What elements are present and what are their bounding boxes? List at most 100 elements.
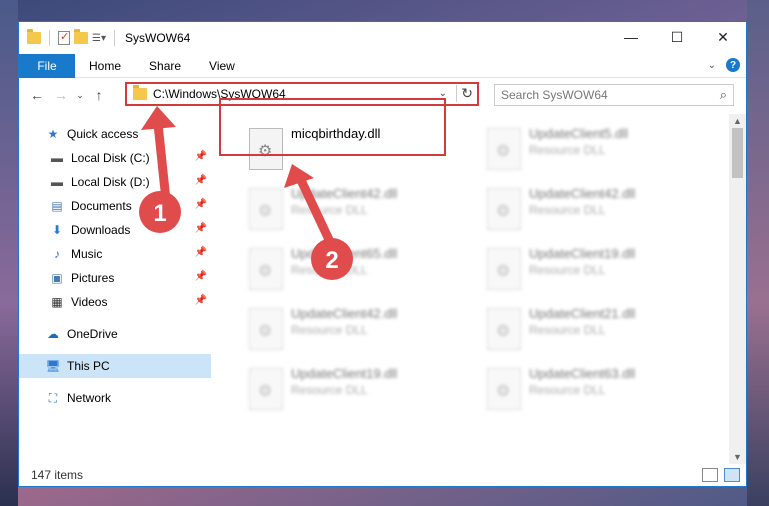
sidebar-item-onedrive[interactable]: ☁ OneDrive [19,322,211,346]
sidebar-item-videos[interactable]: ▦ Videos 📌 [19,290,211,314]
file-item[interactable]: UpdateClient42.dll Resource DLL [479,182,689,236]
details-view-icon[interactable] [702,468,718,482]
pin-icon: 📌 [194,247,207,258]
sidebar-item-pictures[interactable]: ▣ Pictures 📌 [19,266,211,290]
file-type: Resource DLL [291,383,368,397]
sidebar-item-label: Videos [71,295,108,309]
file-name: UpdateClient21.dll [529,306,636,321]
tab-share[interactable]: Share [135,54,195,78]
folder-icon [133,85,147,100]
file-name: UpdateClient42.dll [291,186,398,201]
up-arrow-icon[interactable]: ↑ [87,87,111,103]
search-icon: ⌕ [719,87,727,102]
sidebar-item-network[interactable]: ⛶ Network [19,386,211,410]
pictures-icon: ▣ [51,271,63,285]
pin-icon: 📌 [194,223,207,234]
dll-file-icon [487,188,521,230]
dll-file-icon [249,368,283,410]
sidebar-item-quick-access[interactable]: ★ Quick access [19,122,211,146]
new-folder-icon[interactable] [74,29,88,44]
recent-locations-chevron-icon[interactable]: ⌄ [73,90,87,101]
file-type: Resource DLL [529,263,606,277]
quick-access-toolbar: ☰▾ [19,29,119,46]
file-item[interactable]: UpdateClient42.dll Resource DLL [241,182,451,236]
sidebar-item-label: Pictures [71,271,115,285]
sidebar-item-label: Network [67,391,112,405]
help-icon[interactable]: ? [726,58,740,72]
sidebar-item-local-disk-d[interactable]: ▬ Local Disk (D:) 📌 [19,170,211,194]
file-item[interactable]: UpdateClient42.dll Resource DLL [241,302,451,356]
vertical-scrollbar[interactable]: ▲ ▼ [729,114,746,464]
pin-icon: 📌 [194,175,207,186]
expand-ribbon-icon[interactable]: ⌄ [708,60,716,71]
pin-icon: 📌 [194,199,207,210]
scroll-up-icon[interactable]: ▲ [733,116,742,126]
minimize-button[interactable]: — [608,22,654,52]
file-type: Resource DLL [291,323,368,337]
network-icon: ⛶ [48,390,58,405]
folder-icon [27,29,41,44]
sidebar-item-downloads[interactable]: ⬇ Downloads 📌 [19,218,211,242]
file-name: UpdateClient5.dll [529,126,629,141]
star-icon: ★ [47,127,59,141]
file-item[interactable]: UpdateClient63.dll Resource DLL [479,362,689,416]
sidebar-item-label: This PC [67,359,110,373]
status-bar: 147 items [19,464,746,486]
music-icon: ♪ [54,247,60,261]
maximize-button[interactable]: ☐ [654,22,700,52]
pin-icon: 📌 [194,151,207,162]
file-type: Resource DLL [529,323,606,337]
file-type: Resource DLL [529,143,606,157]
close-button[interactable]: ✕ [700,22,746,52]
sidebar-item-music[interactable]: ♪ Music 📌 [19,242,211,266]
properties-icon[interactable] [58,30,70,45]
sidebar-item-label: Music [71,247,103,261]
file-item[interactable]: UpdateClient5.dll Resource DLL [479,122,689,176]
sidebar-item-documents[interactable]: ▤ Documents 📌 [19,194,211,218]
computer-icon: 🖥 [45,359,61,373]
toolbar-divider [113,30,115,46]
search-input[interactable]: Search SysWOW64 ⌕ [494,84,734,106]
dll-file-icon [249,248,283,290]
scroll-down-icon[interactable]: ▼ [733,452,742,462]
tab-view[interactable]: View [195,54,249,78]
sidebar-item-label: Downloads [71,223,131,237]
back-arrow-icon[interactable]: ← [25,87,49,103]
pin-icon: 📌 [194,295,207,306]
downloads-icon: ⬇ [51,223,63,237]
documents-icon: ▤ [51,199,63,213]
dll-file-icon [487,308,521,350]
title-bar: ☰▾ SysWOW64 — ☐ ✕ [19,22,746,54]
forward-arrow-icon[interactable]: → [49,87,73,103]
sidebar-item-local-disk-c[interactable]: ▬ Local Disk (C:) 📌 [19,146,211,170]
drive-icon: ▬ [51,175,63,189]
dll-file-icon [487,128,521,170]
explorer-window: ☰▾ SysWOW64 — ☐ ✕ File Home Share View ⌄… [18,21,747,487]
file-name: UpdateClient63.dll [529,366,636,381]
drive-icon: ▬ [51,151,63,165]
sidebar-item-this-pc[interactable]: 🖥 This PC [19,354,211,378]
file-item[interactable]: UpdateClient19.dll Resource DLL [479,242,689,296]
tab-home[interactable]: Home [75,54,135,78]
file-name: UpdateClient42.dll [529,186,636,201]
dll-file-icon [487,248,521,290]
file-item[interactable]: UpdateClient21.dll Resource DLL [479,302,689,356]
pin-icon: 📌 [194,271,207,282]
file-type: Resource DLL [291,263,368,277]
tab-file[interactable]: File [19,53,75,78]
sidebar-item-label: Local Disk (D:) [71,175,150,189]
desktop-background-left [0,0,18,506]
scrollbar-thumb[interactable] [732,128,743,178]
dll-file-icon [487,368,521,410]
refresh-icon[interactable]: ↻ [456,85,473,102]
file-highlight-box [219,98,446,156]
file-type: Resource DLL [291,203,368,217]
file-item[interactable]: UpdateClient19.dll Resource DLL [241,362,451,416]
customize-toolbar-icon[interactable]: ☰▾ [92,33,106,44]
file-name: UpdateClient19.dll [291,366,398,381]
file-item[interactable]: UpdateClient65.dll Resource DLL [241,242,451,296]
item-count: 147 items [31,468,84,482]
sidebar-item-label: Local Disk (C:) [71,151,150,165]
cloud-icon: ☁ [47,327,59,341]
large-icons-view-icon[interactable] [724,468,740,482]
